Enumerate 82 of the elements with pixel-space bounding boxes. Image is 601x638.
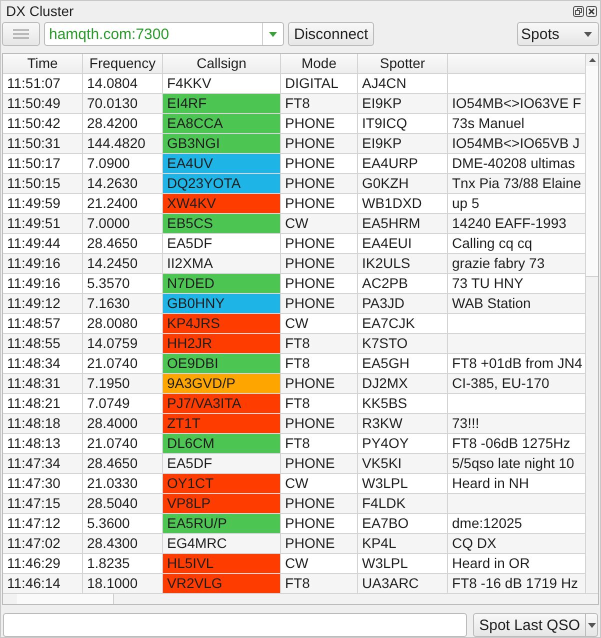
table-cell: 11:48:55	[3, 334, 83, 354]
menu-button[interactable]	[2, 22, 40, 46]
table-cell: PHONE	[281, 254, 358, 274]
column-header[interactable]: Spotter	[358, 54, 448, 74]
table-cell: PHONE	[281, 534, 358, 554]
table-cell: PHONE	[281, 374, 358, 394]
table-cell: 11:48:18	[3, 414, 83, 434]
callsign-cell: EB5CS	[163, 214, 281, 234]
dropdown-arrow-icon	[584, 32, 592, 36]
callsign-cell: N7DED	[163, 274, 281, 294]
table-cell: K7STO	[358, 334, 448, 354]
dropdown-button[interactable]	[586, 613, 598, 637]
table-cell: CW	[281, 214, 358, 234]
column-header[interactable]: Mode	[281, 54, 358, 74]
table-cell: IK2ULS	[358, 254, 448, 274]
table-cell: 11:49:12	[3, 294, 83, 314]
table-cell: 11:47:15	[3, 494, 83, 514]
callsign-cell: ZT1T	[163, 414, 281, 434]
callsign-cell: VP8LP	[163, 494, 281, 514]
table-cell: 28.4300	[83, 534, 163, 554]
dropdown-arrow-icon	[269, 32, 277, 36]
table-cell: EI9KP	[358, 134, 448, 154]
spot-last-qso-button[interactable]: Spot Last QSO	[473, 613, 586, 637]
table-cell: 11:48:31	[3, 374, 83, 394]
table-cell: 28.4650	[83, 454, 163, 474]
table-cell: 11:50:49	[3, 94, 83, 114]
callsign-cell: OE9DBI	[163, 354, 281, 374]
callsign-cell: HH2JR	[163, 334, 281, 354]
callsign-cell: GB0HNY	[163, 294, 281, 314]
table-cell: 11:47:34	[3, 454, 83, 474]
table-cell: PHONE	[281, 494, 358, 514]
table-cell: FT8	[281, 94, 358, 114]
vertical-scrollbar[interactable]	[585, 54, 598, 593]
table-cell: 11:49:51	[3, 214, 83, 234]
column-header[interactable]: Frequency	[83, 54, 163, 74]
table-cell: PHONE	[281, 294, 358, 314]
table-cell: PA3JD	[358, 294, 448, 314]
table-cell: DJ2MX	[358, 374, 448, 394]
table-cell: PHONE	[281, 174, 358, 194]
table-cell: 14.2450	[83, 254, 163, 274]
callsign-cell: EA8CCA	[163, 114, 281, 134]
disconnect-button[interactable]: Disconnect	[288, 22, 374, 46]
callsign-cell: EA5RU/P	[163, 514, 281, 534]
callsign-cell: PJ7/VA3ITA	[163, 394, 281, 414]
table-cell: G0KZH	[358, 174, 448, 194]
horizontal-scrollbar[interactable]	[3, 593, 598, 604]
table-cell: R3KW	[358, 414, 448, 434]
callsign-cell: HL5IVL	[163, 554, 281, 574]
table-cell: PHONE	[281, 414, 358, 434]
callsign-cell: XW4KV	[163, 194, 281, 214]
table-cell: PHONE	[281, 454, 358, 474]
server-combo[interactable]: hamqth.com:7300	[44, 22, 284, 46]
float-icon[interactable]	[573, 6, 584, 16]
callsign-cell: KP4JRS	[163, 314, 281, 334]
view-select[interactable]: Spots	[517, 22, 599, 46]
callsign-cell: OY1CT	[163, 474, 281, 494]
callsign-cell: DQ23YOTA	[163, 174, 281, 194]
callsign-cell: 9A3GVD/P	[163, 374, 281, 394]
table-cell: KP4L	[358, 534, 448, 554]
table-cell: 11:49:16	[3, 254, 83, 274]
callsign-cell: EI4RF	[163, 94, 281, 114]
table-cell: FT8	[281, 334, 358, 354]
menu-icon	[13, 29, 29, 39]
table-cell: F4LDK	[358, 494, 448, 514]
callsign-cell: VR2VLG	[163, 574, 281, 593]
table-cell: 11:50:15	[3, 174, 83, 194]
column-header[interactable]: Callsign	[163, 54, 281, 74]
table-cell: EA5HRM	[358, 214, 448, 234]
callsign-cell: EA4UV	[163, 154, 281, 174]
table-cell: EI9KP	[358, 94, 448, 114]
window-title: DX Cluster	[6, 3, 75, 19]
table-cell: VK5KI	[358, 454, 448, 474]
callsign-cell: GB3NGI	[163, 134, 281, 154]
input-field[interactable]	[3, 613, 468, 637]
table-cell: 11:47:02	[3, 534, 83, 554]
table-cell: 11:50:31	[3, 134, 83, 154]
table-cell: PHONE	[281, 134, 358, 154]
scroll-up-arrow-icon[interactable]	[588, 58, 596, 62]
column-header[interactable]: Time	[3, 54, 83, 74]
close-icon[interactable]	[586, 6, 597, 16]
dropdown-arrow-icon	[588, 622, 596, 628]
callsign-cell: DL6CM	[163, 434, 281, 454]
